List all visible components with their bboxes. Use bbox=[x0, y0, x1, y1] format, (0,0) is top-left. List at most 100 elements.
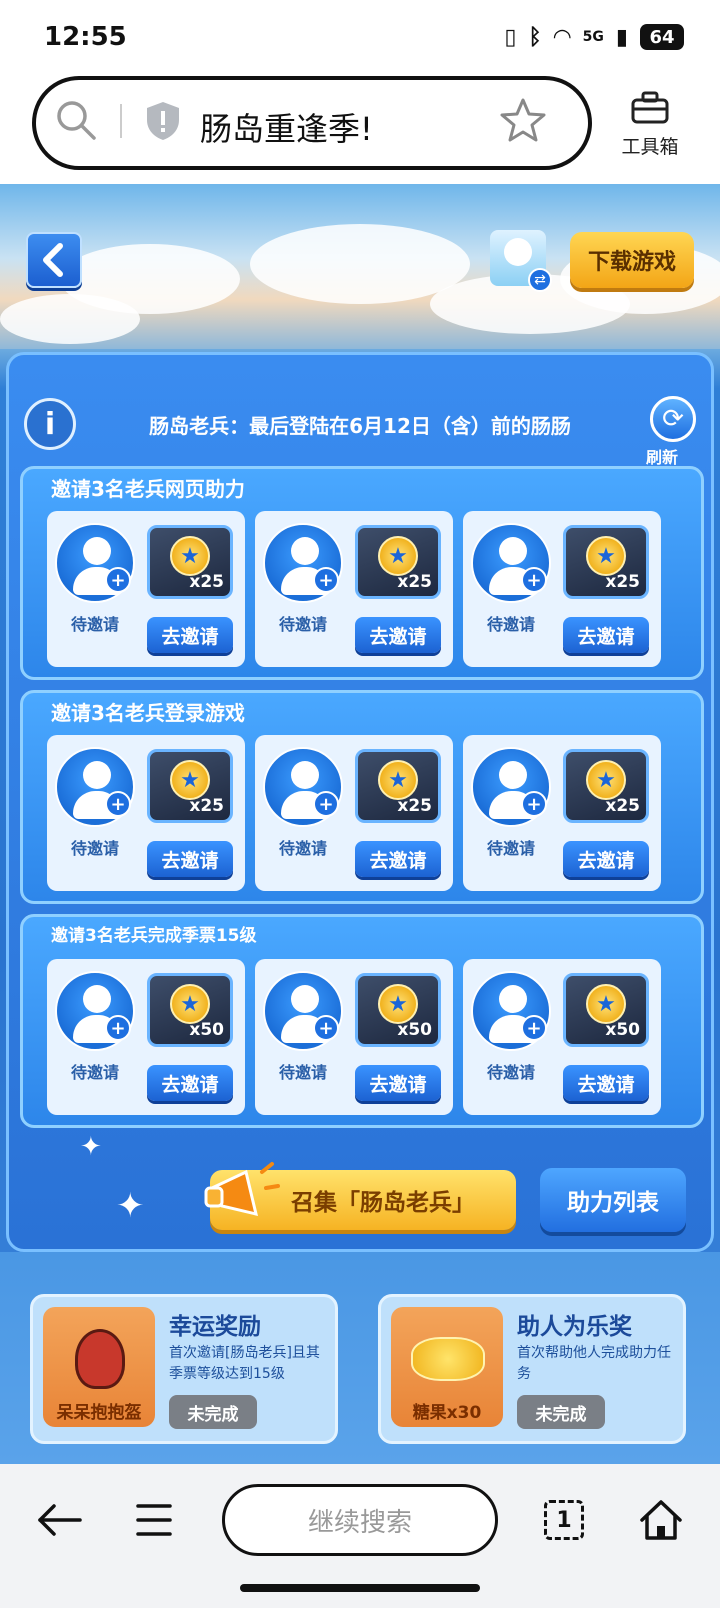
invite-status: 待邀请 bbox=[70, 615, 119, 634]
chevron-left-icon bbox=[43, 243, 63, 277]
search-icon bbox=[57, 101, 96, 140]
bluetooth-icon: ᛒ bbox=[528, 24, 542, 50]
home-icon[interactable] bbox=[638, 1498, 684, 1542]
invite-card: + 待邀请 ★ x25 去邀请 bbox=[255, 511, 453, 667]
reward-status-badge: 未完成 bbox=[517, 1395, 605, 1429]
veteran-definition: 肠岛老兵：最后登陆在6月12日（含）前的肠肠 bbox=[149, 414, 571, 438]
add-icon[interactable]: + bbox=[521, 567, 547, 593]
reward-box: ★ x25 bbox=[147, 749, 233, 823]
add-icon[interactable]: + bbox=[313, 791, 339, 817]
star-icon[interactable] bbox=[500, 97, 546, 143]
add-icon[interactable]: + bbox=[105, 791, 131, 817]
add-icon[interactable]: + bbox=[313, 1015, 339, 1041]
reward-title: 幸运奖励 bbox=[169, 1314, 261, 1340]
star-coin-icon: ★ bbox=[378, 760, 418, 800]
star-coin-icon: ★ bbox=[170, 760, 210, 800]
reward-box: ★ x25 bbox=[355, 749, 441, 823]
star-coin-icon: ★ bbox=[170, 984, 210, 1024]
toolbox-icon bbox=[631, 91, 669, 124]
invite-button[interactable]: 去邀请 bbox=[355, 617, 441, 653]
avatar[interactable]: ⇄ bbox=[490, 230, 552, 292]
toolbox-button[interactable]: 工具箱 bbox=[610, 90, 690, 160]
reward-item-image: 糖果x30 bbox=[391, 1307, 503, 1427]
invite-button[interactable]: 去邀请 bbox=[147, 617, 233, 653]
invite-card: + 待邀请 ★ x25 去邀请 bbox=[463, 735, 661, 891]
menu-icon[interactable] bbox=[134, 1500, 174, 1540]
invite-status: 待邀请 bbox=[486, 839, 535, 858]
reward-status-badge: 未完成 bbox=[169, 1395, 257, 1429]
star-coin-icon: ★ bbox=[586, 536, 626, 576]
invite-section: 邀请3名老兵网页助力 + 待邀请 ★ x25 去邀请 + 待邀请 ★ x25 去邀请… bbox=[20, 466, 704, 680]
helmet-icon bbox=[75, 1329, 125, 1389]
invite-status: 待邀请 bbox=[278, 839, 327, 858]
continue-search-input[interactable]: 继续搜索 bbox=[222, 1484, 498, 1556]
reward-qty: x25 bbox=[397, 796, 432, 816]
reward-qty: x50 bbox=[189, 1020, 224, 1040]
back-button[interactable] bbox=[26, 232, 82, 288]
download-game-button[interactable]: 下载游戏 bbox=[570, 232, 694, 288]
reward-qty: x25 bbox=[397, 572, 432, 592]
sparkle-icon: ✦ bbox=[80, 1132, 102, 1162]
invite-card: + 待邀请 ★ x25 去邀请 bbox=[47, 735, 245, 891]
sparkle-icon: ✦ bbox=[116, 1186, 145, 1226]
shield-icon[interactable] bbox=[144, 100, 182, 142]
add-icon[interactable]: + bbox=[105, 567, 131, 593]
invite-button[interactable]: 去邀请 bbox=[355, 841, 441, 877]
reward-box: ★ x25 bbox=[563, 749, 649, 823]
invite-button[interactable]: 去邀请 bbox=[147, 1065, 233, 1101]
invite-status: 待邀请 bbox=[486, 1063, 535, 1082]
invite-card: + 待邀请 ★ x25 去邀请 bbox=[255, 735, 453, 891]
invite-status: 待邀请 bbox=[486, 615, 535, 634]
reward-box: ★ x25 bbox=[355, 525, 441, 599]
invite-button[interactable]: 去邀请 bbox=[563, 1065, 649, 1101]
invite-card: + 待邀请 ★ x50 去邀请 bbox=[255, 959, 453, 1115]
star-coin-icon: ★ bbox=[586, 984, 626, 1024]
tabs-button[interactable]: 1 bbox=[544, 1500, 584, 1540]
invite-card: + 待邀请 ★ x50 去邀请 bbox=[463, 959, 661, 1115]
status-icons: ▯ ᛒ ◠ 5G ▮ 64 bbox=[504, 24, 684, 50]
invite-button[interactable]: 去邀请 bbox=[563, 841, 649, 877]
divider bbox=[120, 104, 122, 138]
reward-box: ★ x25 bbox=[563, 525, 649, 599]
invite-status: 待邀请 bbox=[278, 615, 327, 634]
back-arrow-icon[interactable] bbox=[36, 1500, 84, 1540]
invite-status: 待邀请 bbox=[278, 1063, 327, 1082]
refresh-button[interactable]: ⟳ bbox=[650, 396, 696, 442]
section-title: 邀请3名老兵网页助力 bbox=[51, 477, 245, 501]
reward-qty: x25 bbox=[605, 796, 640, 816]
reward-item-label: 呆呆抱抱盔 bbox=[56, 1403, 142, 1423]
invite-card: + 待邀请 ★ x25 去邀请 bbox=[47, 511, 245, 667]
home-indicator bbox=[240, 1584, 480, 1592]
help-list-button[interactable]: 助力列表 bbox=[540, 1168, 686, 1232]
wifi-icon: ◠ bbox=[553, 24, 571, 50]
invite-button[interactable]: 去邀请 bbox=[147, 841, 233, 877]
reward-item-label: 糖果x30 bbox=[412, 1403, 482, 1423]
refresh-label: 刷新 bbox=[646, 448, 679, 467]
battery-indicator: 64 bbox=[640, 24, 684, 50]
reward-qty: x50 bbox=[397, 1020, 432, 1040]
add-icon[interactable]: + bbox=[521, 791, 547, 817]
star-coin-icon: ★ bbox=[378, 536, 418, 576]
signal-icon: ▮ bbox=[615, 24, 628, 50]
invite-button[interactable]: 去邀请 bbox=[355, 1065, 441, 1101]
add-icon[interactable]: + bbox=[105, 1015, 131, 1041]
invite-button[interactable]: 去邀请 bbox=[563, 617, 649, 653]
reward-title: 助人为乐奖 bbox=[517, 1314, 632, 1340]
section-title: 邀请3名老兵完成季票15级 bbox=[51, 926, 257, 946]
add-icon[interactable]: + bbox=[521, 1015, 547, 1041]
lucky-reward-card: 呆呆抱抱盔 幸运奖励 首次邀请[肠岛老兵]且其季票等级达到15级 未完成 bbox=[30, 1294, 338, 1444]
star-coin-icon: ★ bbox=[586, 760, 626, 800]
reward-qty: x25 bbox=[605, 572, 640, 592]
reward-desc: 首次邀请[肠岛老兵]且其季票等级达到15级 bbox=[169, 1345, 320, 1382]
switch-icon: ⇄ bbox=[528, 268, 552, 292]
invite-card: + 待邀请 ★ x50 去邀请 bbox=[47, 959, 245, 1115]
invite-status: 待邀请 bbox=[70, 839, 119, 858]
reward-desc: 首次帮助他人完成助力任务 bbox=[517, 1345, 671, 1382]
section-title: 邀请3名老兵登录游戏 bbox=[51, 701, 245, 725]
reward-item-image: 呆呆抱抱盔 bbox=[43, 1307, 155, 1427]
star-coin-icon: ★ bbox=[378, 984, 418, 1024]
megaphone-icon bbox=[204, 1162, 280, 1217]
reward-box: ★ x50 bbox=[355, 973, 441, 1047]
info-icon[interactable]: i bbox=[24, 398, 76, 450]
add-icon[interactable]: + bbox=[313, 567, 339, 593]
